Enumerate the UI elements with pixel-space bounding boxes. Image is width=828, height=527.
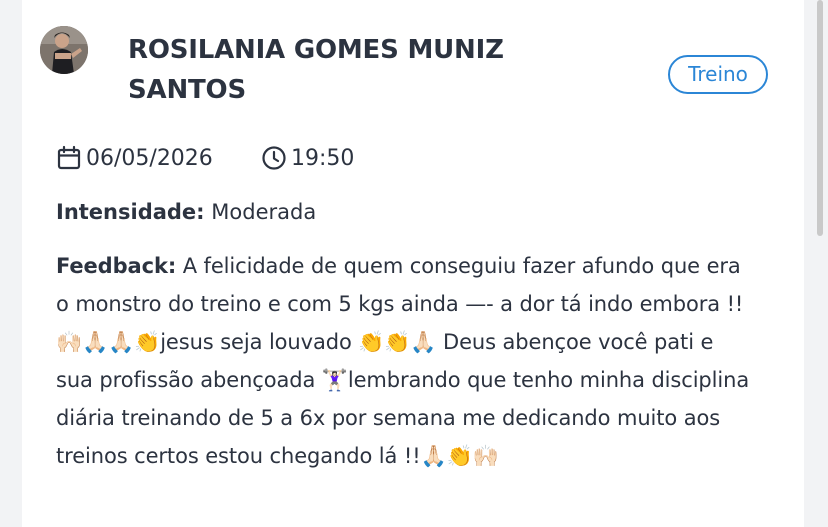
type-badge[interactable]: Treino	[668, 55, 768, 94]
avatar-photo	[40, 26, 88, 74]
intensity-row: Intensidade: Moderada	[56, 198, 316, 226]
calendar-icon	[56, 145, 82, 171]
scrollbar[interactable]	[817, 0, 823, 236]
avatar	[40, 26, 88, 74]
feedback-row: Feedback: A felicidade de quem conseguiu…	[56, 247, 756, 475]
feedback-label: Feedback:	[56, 254, 177, 278]
user-name: ROSILANIA GOMES MUNIZ SANTOS	[128, 35, 504, 105]
intensity-value: Moderada	[211, 200, 317, 224]
entry-time: 19:50	[291, 145, 355, 171]
time-row: 19:50	[261, 143, 354, 173]
page: ROSILANIA GOMES MUNIZ SANTOS Treino 06/0…	[0, 0, 828, 527]
date-row: 06/05/2026	[56, 143, 213, 173]
intensity-label: Intensidade:	[56, 200, 205, 224]
feedback-text: A felicidade de quem conseguiu fazer afu…	[56, 254, 750, 468]
entry-date: 06/05/2026	[86, 145, 213, 171]
clock-icon	[261, 145, 287, 171]
